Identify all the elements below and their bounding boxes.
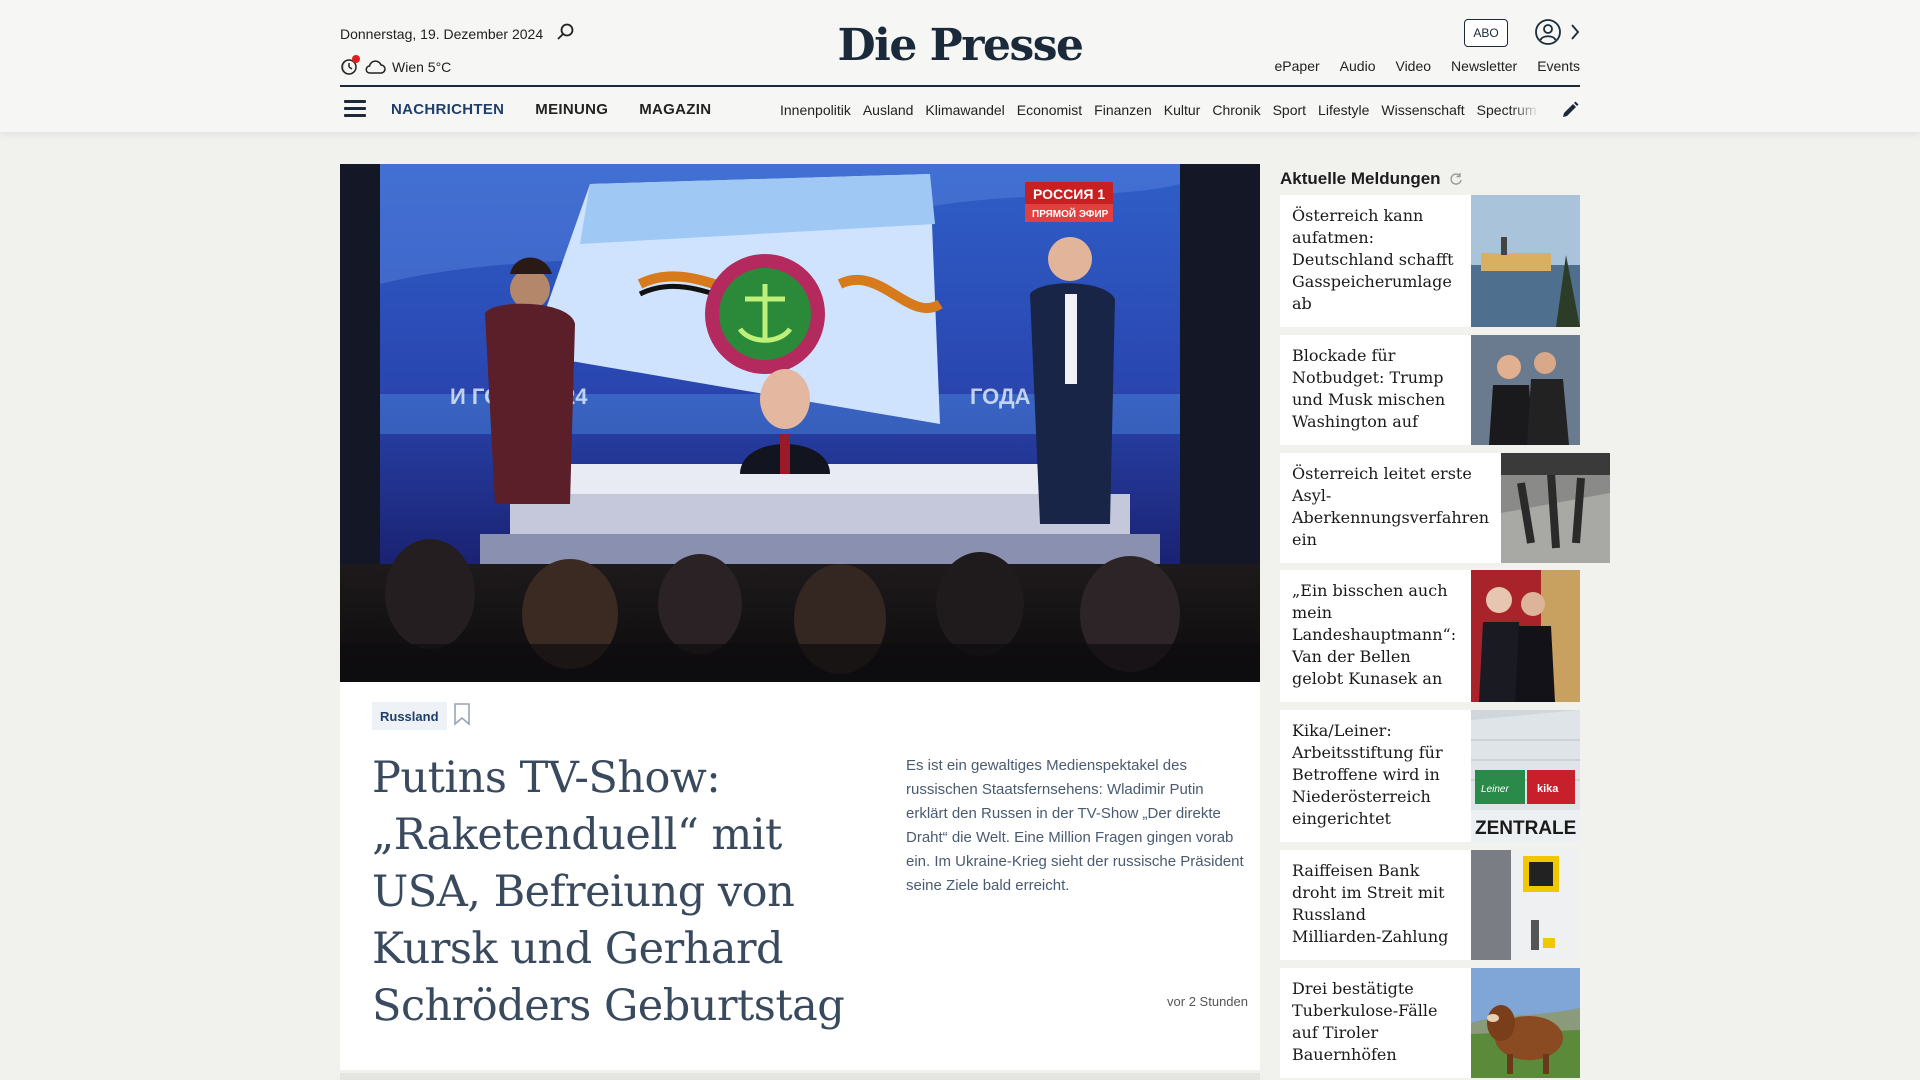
hero-headline[interactable]: Putins TV-Show: „Raketenduell“ mit USA, … xyxy=(372,750,892,1035)
subnav-spectrum[interactable]: Spectrum xyxy=(1477,102,1537,118)
logo-text: Die Presse xyxy=(837,20,1084,71)
user-icon[interactable] xyxy=(1534,18,1562,46)
thumb-kika-sign: kika xyxy=(1537,783,1559,795)
header-inner: Donnerstag, 19. Dezember 2024 Wien 5°C D… xyxy=(340,0,1580,132)
top-links: ePaper Audio Video Newsletter Events xyxy=(1275,58,1580,74)
news-item-title: „Ein bisschen auch mein Landeshauptmann“… xyxy=(1292,581,1457,688)
top-link-newsletter[interactable]: Newsletter xyxy=(1451,58,1517,74)
latest-news-sidebar: Aktuelle Meldungen Österreich kann aufat… xyxy=(1280,164,1611,1078)
news-item[interactable]: Drei bestätigte Tuberkulose-Fälle auf Ti… xyxy=(1280,968,1580,1078)
news-item-thumbnail xyxy=(1471,850,1580,960)
nav-nachrichten[interactable]: NACHRICHTEN xyxy=(391,101,504,118)
subnav-innenpolitik[interactable]: Innenpolitik xyxy=(780,102,851,118)
subnav-ausland[interactable]: Ausland xyxy=(863,102,914,118)
news-item[interactable]: Blockade für Notbudget: Trump und Musk m… xyxy=(1280,335,1580,445)
subnav-sport[interactable]: Sport xyxy=(1273,102,1306,118)
news-item-title: Österreich kann aufatmen: Deutschland sc… xyxy=(1292,206,1454,313)
thumb-zentrale-sign: ZENTRALE xyxy=(1475,818,1576,839)
hero-article[interactable]: И ГОДА 2024 ГОДА 2024 РОССИЯ 1 ПРЯМОЙ ЭФ… xyxy=(340,164,1260,1070)
subnav-economist[interactable]: Economist xyxy=(1017,102,1082,118)
refresh-icon[interactable] xyxy=(1449,172,1463,186)
category-tag[interactable]: Russland xyxy=(372,702,447,730)
menu-icon[interactable] xyxy=(344,100,366,118)
hero-image[interactable]: И ГОДА 2024 ГОДА 2024 РОССИЯ 1 ПРЯМОЙ ЭФ… xyxy=(340,164,1260,682)
news-item-thumbnail xyxy=(1501,453,1611,563)
next-teaser-row xyxy=(340,1073,1260,1080)
hero-timestamp: vor 2 Stunden xyxy=(1167,994,1248,1009)
news-item-thumbnail: Leiner kika ZENTRALE xyxy=(1471,710,1580,842)
news-item-title: Kika/Leiner: Arbeitsstiftung für Betroff… xyxy=(1292,721,1443,828)
top-link-video[interactable]: Video xyxy=(1395,58,1431,74)
subnav-wissenschaft[interactable]: Wissenschaft xyxy=(1381,102,1464,118)
abo-button[interactable]: ABO xyxy=(1464,19,1508,47)
nav-meinung[interactable]: MEINUNG xyxy=(535,101,608,118)
hero-body: Russland Putins TV-Show: „Raketenduell“ … xyxy=(340,682,1260,1070)
news-item[interactable]: Raiffeisen Bank droht im Streit mit Russ… xyxy=(1280,850,1580,960)
news-item[interactable]: Österreich kann aufatmen: Deutschland sc… xyxy=(1280,195,1580,327)
news-item-title: Blockade für Notbudget: Trump und Musk m… xyxy=(1292,346,1446,431)
news-item-title: Drei bestätigte Tuberkulose-Fälle auf Ti… xyxy=(1292,979,1438,1064)
live-label: ПРЯМОЙ ЭФИР xyxy=(1032,207,1109,220)
nav-magazin[interactable]: MAGAZIN xyxy=(639,101,711,118)
sidebar-title-text: Aktuelle Meldungen xyxy=(1280,169,1441,188)
news-item-title: Österreich leitet erste Asyl-Aberkennung… xyxy=(1292,464,1490,549)
hero-lede: Es ist ein gewaltiges Medienspektakel de… xyxy=(906,757,1244,894)
main-navigation: NACHRICHTEN MEINUNG MAGAZIN Innenpolitik… xyxy=(340,96,1580,124)
subnav-klimawandel[interactable]: Klimawandel xyxy=(925,102,1004,118)
news-item-thumbnail xyxy=(1471,968,1580,1078)
subnav-kultur[interactable]: Kultur xyxy=(1164,102,1201,118)
bookmark-icon[interactable] xyxy=(452,702,472,726)
news-item-thumbnail xyxy=(1471,195,1580,327)
news-item[interactable]: Kika/Leiner: Arbeitsstiftung für Betroff… xyxy=(1280,710,1580,842)
header-divider xyxy=(340,85,1580,87)
site-header: Donnerstag, 19. Dezember 2024 Wien 5°C D… xyxy=(0,0,1920,132)
news-item-thumbnail xyxy=(1471,335,1580,445)
pencil-icon[interactable] xyxy=(1560,100,1580,120)
news-item[interactable]: Österreich leitet erste Asyl-Aberkennung… xyxy=(1280,453,1611,563)
channel-logo: РОССИЯ 1 xyxy=(1033,186,1105,202)
top-link-events[interactable]: Events xyxy=(1537,58,1580,74)
subnav-finanzen[interactable]: Finanzen xyxy=(1094,102,1152,118)
news-item-thumbnail xyxy=(1471,570,1580,702)
chevron-right-icon[interactable] xyxy=(1570,23,1580,41)
thumb-leiner-sign: Leiner xyxy=(1481,784,1509,795)
section-nav: NACHRICHTEN MEINUNG MAGAZIN xyxy=(391,101,711,118)
news-item[interactable]: „Ein bisschen auch mein Landeshauptmann“… xyxy=(1280,570,1580,702)
top-link-epaper[interactable]: ePaper xyxy=(1275,58,1320,74)
sidebar-title: Aktuelle Meldungen xyxy=(1280,164,1580,194)
category-nav: Innenpolitik Ausland Klimawandel Economi… xyxy=(780,102,1540,118)
subnav-lifestyle[interactable]: Lifestyle xyxy=(1318,102,1369,118)
top-link-audio[interactable]: Audio xyxy=(1340,58,1376,74)
subnav-chronik[interactable]: Chronik xyxy=(1212,102,1260,118)
news-item-title: Raiffeisen Bank droht im Streit mit Russ… xyxy=(1292,861,1449,946)
